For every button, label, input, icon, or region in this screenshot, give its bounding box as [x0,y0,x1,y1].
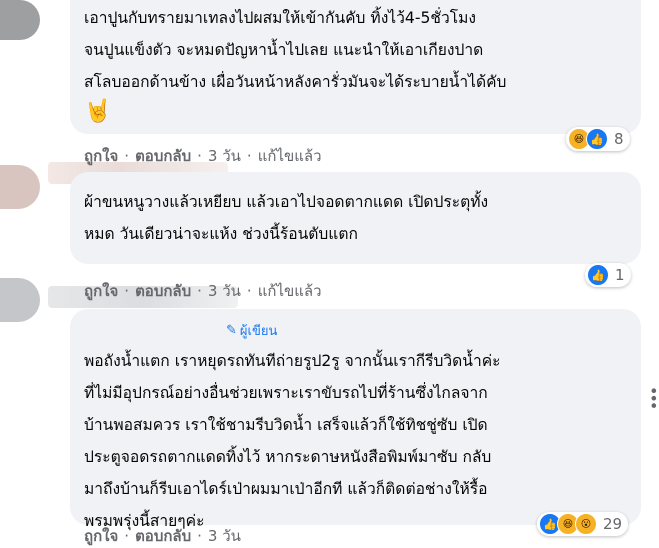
comment-bubble: พอถังน้ำแตก เราหยุดรถทันทีถ่ายรูป2รู จาก… [70,309,641,530]
separator: · [124,527,130,545]
separator: · [124,147,130,165]
author-badge-label: ผู้เขียน [239,324,278,339]
timestamp[interactable]: 3 วัน [208,279,241,303]
reaction-count: 29 [603,515,623,533]
comment-text: ผ้าขนหนูวางแล้วเหยียบ แล้วเอาไปจอดตากแดด… [84,193,489,243]
comment-bubble: เอาปูนกับทรายมาเทลงไปผสมให้เข้ากันคับ ทิ… [70,0,641,134]
reply-link[interactable]: ตอบกลับ [135,524,191,548]
separator: · [197,282,202,300]
like-link[interactable]: ถูกใจ [84,279,118,303]
reply-link[interactable]: ตอบกลับ [135,144,191,168]
reaction-summary[interactable]: 😆 👍 8 [566,127,630,151]
reaction-summary[interactable]: 👍 😆 😮 29 [537,512,629,536]
avatar[interactable] [0,0,40,40]
edited-label[interactable]: แก้ไขแล้ว [258,144,322,168]
comment-actions: ถูกใจ · ตอบกลับ · 3 วัน · แก้ไขแล้ว [84,279,322,303]
avatar[interactable] [0,165,40,209]
rock-on-emoji: 🤘 [84,99,112,124]
reply-link[interactable]: ตอบกลับ [135,279,191,303]
like-link[interactable]: ถูกใจ [84,144,118,168]
comment-bubble: ผ้าขนหนูวางแล้วเหยียบ แล้วเอาไปจอดตากแดด… [70,172,641,264]
comment-text: พอถังน้ำแตก เราหยุดรถทันทีถ่ายรูป2รู จาก… [84,352,501,530]
separator: · [246,282,252,300]
pen-icon: ✎ [226,323,237,338]
separator: · [124,282,130,300]
reaction-count: 8 [614,130,624,148]
reaction-summary[interactable]: 👍 1 [585,263,631,287]
avatar[interactable] [0,278,40,322]
reaction-count: 1 [615,266,625,284]
like-reaction-icon: 👍 [587,264,609,286]
separator: · [197,527,202,545]
like-reaction-icon: 👍 [586,128,608,150]
comment-actions: ถูกใจ · ตอบกลับ · 3 วัน · แก้ไขแล้ว [84,144,322,168]
comment-text: เอาปูนกับทรายมาเทลงไปผสมให้เข้ากันคับ ทิ… [84,9,507,91]
separator: · [197,147,202,165]
more-options-icon[interactable]: ••• [644,386,659,408]
like-link[interactable]: ถูกใจ [84,524,118,548]
comment-actions: ถูกใจ · ตอบกลับ · 3 วัน [84,524,241,548]
edited-label[interactable]: แก้ไขแล้ว [258,279,322,303]
timestamp[interactable]: 3 วัน [208,144,241,168]
author-badge: ✎ ผู้เขียน [226,320,277,341]
timestamp[interactable]: 3 วัน [208,524,241,548]
separator: · [246,147,252,165]
wow-reaction-icon: 😮 [575,513,597,535]
